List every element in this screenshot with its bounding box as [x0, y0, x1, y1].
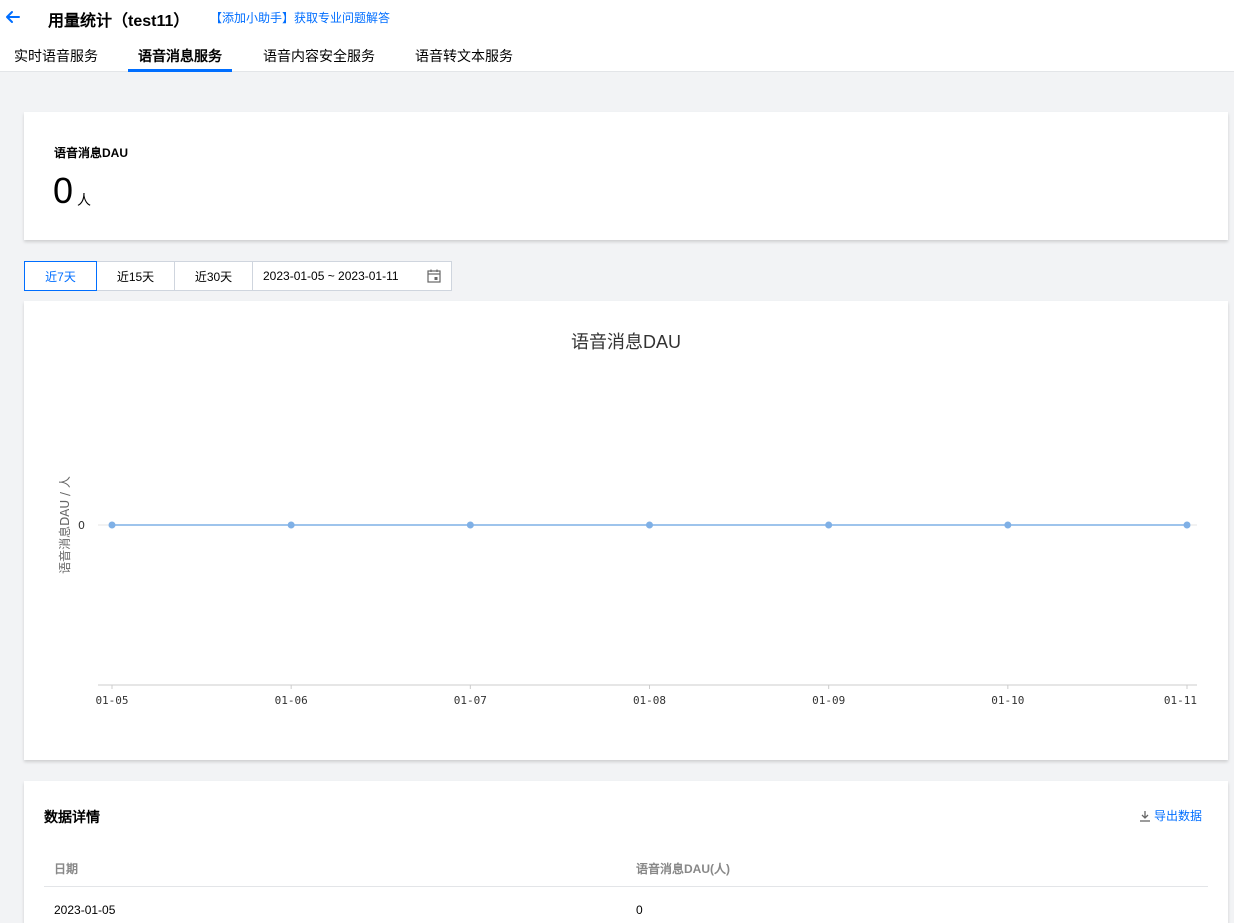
page-title: 用量统计（test11） [48, 13, 190, 30]
date-filter: 近7天 近15天 近30天 2023-01-05 ~ 2023-01-11 [24, 261, 452, 291]
date-range-value: 2023-01-05 ~ 2023-01-11 [263, 269, 399, 283]
metric-label: 语音消息DAU [54, 146, 128, 160]
helper-link[interactable]: 【添加小助手】获取专业问题解答 [210, 9, 390, 26]
column-header-date: 日期 [54, 862, 79, 876]
tab-speech-to-text[interactable]: 语音转文本服务 [415, 46, 513, 72]
active-tab-indicator [128, 69, 232, 72]
calendar-icon [427, 269, 441, 283]
table-cell-dau: 0 [636, 903, 643, 917]
data-point[interactable] [287, 521, 295, 529]
y-axis-label: 语音消息DAU / 人 [57, 476, 72, 574]
date-range-picker[interactable]: 2023-01-05 ~ 2023-01-11 [252, 261, 452, 291]
top-bar: 用量统计（test11） 【添加小助手】获取专业问题解答 实时语音服务 语音消息… [0, 0, 1234, 72]
data-point[interactable] [1004, 521, 1012, 529]
metric-card: 语音消息DAU 0 人 [24, 112, 1228, 240]
chart-card: 语音消息DAU 0 语音消息DAU / 人 01-05 01-06 01-07 01-08… [24, 301, 1228, 760]
export-data-label: 导出数据 [1153, 809, 1202, 823]
x-tick-label: 01-08 [633, 694, 666, 707]
y-tick-label: 0 [78, 519, 85, 532]
download-icon [1139, 810, 1150, 822]
x-tick-label: 01-09 [812, 694, 845, 707]
back-arrow-icon[interactable] [3, 7, 23, 27]
x-tick-label: 01-06 [275, 694, 308, 707]
column-header-dau: 语音消息DAU(人) [636, 862, 730, 876]
export-data-button[interactable]: 导出数据 [1139, 807, 1202, 824]
data-point[interactable] [466, 521, 474, 529]
table-heading: 数据详情 [44, 809, 100, 825]
x-tick-label: 01-11 [1164, 694, 1197, 707]
data-detail-card: 数据详情 导出数据 日期 语音消息DAU(人) 2023-01-05 0 [24, 781, 1228, 923]
tab-voice-content-security[interactable]: 语音内容安全服务 [263, 46, 375, 72]
x-tick-label: 01-07 [454, 694, 487, 707]
data-point[interactable] [1183, 521, 1191, 529]
date-option-7d[interactable]: 近7天 [24, 261, 97, 291]
data-point[interactable] [108, 521, 116, 529]
metric-unit: 人 [77, 192, 91, 208]
metric-value: 0 [53, 170, 74, 211]
x-tick-label: 01-10 [991, 694, 1024, 707]
chart-plot: 0 语音消息DAU / 人 01-05 01-06 01-07 01-08 01-09 01-… [57, 476, 1197, 707]
tab-realtime-voice[interactable]: 实时语音服务 [14, 46, 98, 72]
header-divider [44, 886, 1208, 887]
data-point[interactable] [646, 521, 653, 529]
table-cell-date: 2023-01-05 [54, 903, 116, 917]
date-option-15d[interactable]: 近15天 [96, 261, 175, 291]
date-option-30d[interactable]: 近30天 [174, 261, 253, 291]
x-tick-label: 01-05 [95, 694, 128, 707]
data-point[interactable] [825, 521, 833, 529]
